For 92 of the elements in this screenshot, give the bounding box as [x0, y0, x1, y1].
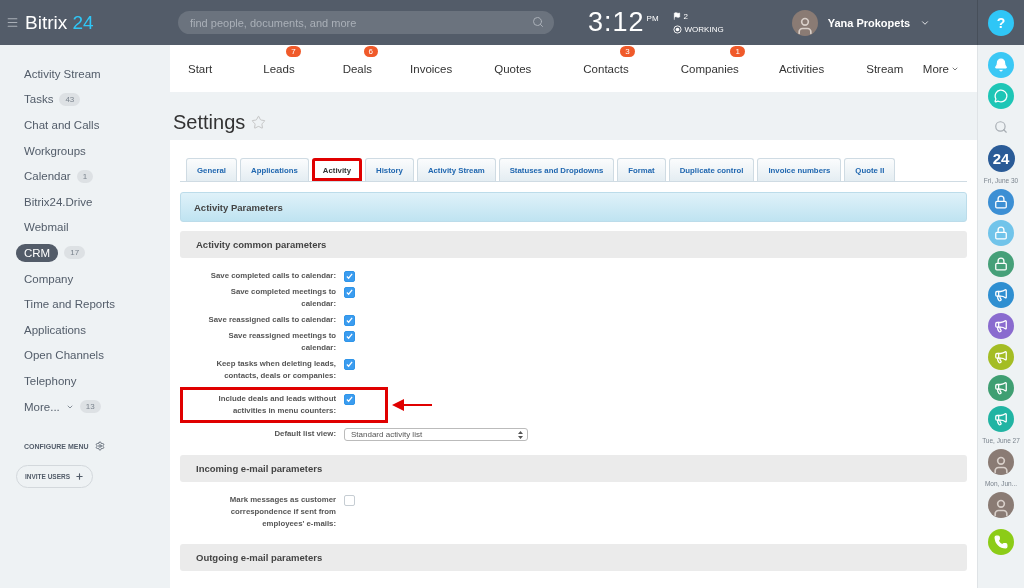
flag-icon — [672, 12, 681, 20]
sidebar-item[interactable]: Open Channels — [16, 342, 170, 369]
section-header: Activity common parameters — [180, 231, 967, 258]
count-badge: 6 — [363, 45, 379, 57]
section-header: Incoming e-mail parameters — [180, 455, 967, 482]
work-status[interactable]: WORKING — [684, 24, 724, 34]
check-icon — [346, 289, 353, 296]
sidebar-item[interactable]: Tasks 43 — [16, 86, 170, 113]
count-badge: 17 — [64, 246, 86, 260]
flag-count: 2 — [683, 11, 688, 21]
count-badge: 1 — [730, 45, 745, 57]
counter-button[interactable]: 24 — [987, 145, 1015, 172]
megaphone-icon — [994, 350, 1008, 364]
list-view-select[interactable]: Standard activity list — [344, 428, 528, 441]
lock-button[interactable] — [988, 220, 1014, 246]
megaphone-button[interactable] — [988, 375, 1014, 401]
checkbox[interactable] — [344, 331, 355, 342]
megaphone-button[interactable] — [988, 282, 1014, 308]
sidebar-item[interactable]: Bitrix24.Drive — [16, 188, 170, 215]
count-badge: 43 — [59, 92, 81, 106]
status-icon — [672, 24, 682, 34]
avatar-button[interactable] — [988, 449, 1014, 475]
check-icon — [346, 333, 353, 340]
lock-icon — [994, 195, 1008, 209]
search-field[interactable]: find people, documents, and more — [178, 11, 554, 34]
count-badge: 1 — [76, 169, 94, 183]
checkbox[interactable] — [344, 495, 355, 506]
clock-meridiem: PM — [646, 14, 659, 23]
sidebar-item[interactable]: Applications — [16, 316, 170, 343]
person-icon — [991, 498, 1011, 518]
notification-button[interactable] — [988, 52, 1014, 78]
megaphone-button[interactable] — [988, 344, 1014, 370]
phone-button[interactable] — [988, 529, 1014, 555]
phone-icon — [994, 535, 1008, 549]
plus-icon — [75, 472, 85, 482]
lock-button[interactable] — [988, 189, 1014, 215]
panel-header: Activity Parameters — [180, 192, 967, 222]
check-icon — [346, 317, 353, 324]
megaphone-icon — [994, 412, 1008, 426]
sidebar-item[interactable]: Calendar 1 — [16, 163, 170, 189]
arrow-icon — [392, 399, 432, 411]
menu-icon[interactable] — [6, 16, 19, 29]
nav-item[interactable]: Activities — [778, 62, 825, 75]
count-badge: 13 — [79, 400, 101, 413]
checkbox[interactable] — [344, 394, 355, 405]
search-icon[interactable] — [994, 120, 1008, 134]
nav-item[interactable]: Quotes — [494, 62, 532, 75]
sidebar-item[interactable]: Telephony — [16, 368, 170, 394]
chat-button[interactable] — [988, 83, 1014, 109]
check-icon — [346, 361, 353, 368]
settings-icon[interactable] — [94, 441, 105, 452]
lock-button[interactable] — [988, 251, 1014, 277]
megaphone-icon — [994, 319, 1008, 333]
speech-bubble-icon — [994, 89, 1008, 103]
checkbox[interactable] — [344, 359, 355, 370]
sidebar-item[interactable]: Chat and Calls — [16, 112, 170, 138]
sort-arrows-icon — [518, 430, 523, 439]
megaphone-icon — [994, 381, 1008, 395]
megaphone-icon — [994, 288, 1008, 302]
check-icon — [346, 396, 353, 403]
checkbox[interactable] — [344, 271, 355, 282]
clock-time: 3:12 — [588, 7, 645, 38]
count-badge: 3 — [620, 45, 635, 57]
person-icon — [991, 455, 1011, 475]
nav-item[interactable]: Stream — [866, 62, 904, 75]
search-icon[interactable] — [532, 16, 544, 28]
page-title: Settings — [173, 110, 246, 134]
nav-item[interactable]: Invoices — [410, 62, 453, 75]
lock-icon — [994, 226, 1008, 240]
more-menu[interactable]: More — [922, 62, 959, 75]
sidebar-item[interactable]: CRM 17 — [16, 240, 170, 266]
logo[interactable]: Bitrix 24 — [25, 11, 94, 34]
avatar-button[interactable] — [988, 492, 1014, 518]
section-header: Outgoing e-mail parameters — [180, 544, 967, 571]
user-avatar[interactable] — [791, 9, 818, 36]
count-badge: 7 — [286, 45, 301, 57]
sidebar-item[interactable]: Webmail — [16, 214, 170, 241]
lock-icon — [994, 257, 1008, 271]
bell-icon — [994, 58, 1008, 72]
megaphone-button[interactable] — [988, 313, 1014, 339]
sidebar-item[interactable]: Activity Stream — [16, 61, 170, 87]
sidebar-item[interactable]: Company — [16, 265, 170, 292]
checkbox[interactable] — [344, 287, 355, 298]
sidebar-item[interactable]: More... 13 — [16, 393, 170, 420]
check-icon — [346, 273, 353, 280]
checkbox[interactable] — [344, 315, 355, 326]
megaphone-button[interactable] — [988, 406, 1014, 432]
nav-item[interactable]: Start — [188, 62, 213, 75]
user-name[interactable]: Yana Prokopets — [827, 16, 911, 29]
sidebar-item[interactable]: Workgroups — [16, 137, 170, 164]
sidebar-item[interactable]: Time and Reports — [16, 291, 170, 317]
star-icon[interactable] — [251, 114, 267, 130]
